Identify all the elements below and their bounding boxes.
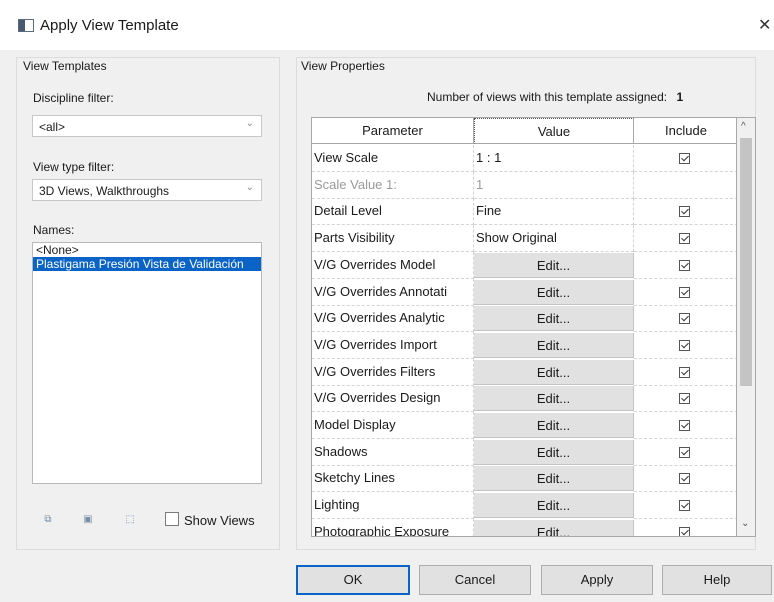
app-window-icon [18, 19, 34, 32]
include-checkbox[interactable] [679, 366, 690, 378]
edit-button[interactable]: Edit... [474, 519, 634, 536]
parameter-cell: V/G Overrides Model [312, 251, 474, 279]
parameter-cell: Parts Visibility [312, 225, 474, 253]
list-item-selected-template[interactable]: Plastigama Presión Vista de Validación [33, 257, 261, 271]
discipline-filter-label: Discipline filter: [33, 91, 114, 105]
show-views-checkbox[interactable] [165, 512, 179, 526]
edit-button[interactable]: Edit... [474, 279, 634, 305]
include-checkbox[interactable] [679, 420, 690, 431]
rename-icon[interactable]: ▣ [82, 514, 94, 526]
parameter-cell: V/G Overrides Analytic [312, 305, 474, 333]
edit-button[interactable]: Edit... [474, 386, 634, 412]
scroll-up-icon[interactable]: ^ [741, 121, 746, 132]
include-checkbox[interactable] [679, 153, 690, 164]
title-bar: Apply View Template ✕ [0, 0, 774, 50]
chevron-down-icon: ⌄ [245, 182, 254, 193]
include-checkbox[interactable] [679, 339, 690, 351]
include-checkbox[interactable] [679, 259, 690, 271]
parameter-cell: V/G Overrides Annotati [312, 278, 474, 306]
edit-button[interactable]: Edit... [474, 252, 634, 278]
include-checkbox[interactable] [679, 500, 690, 512]
value-cell[interactable]: Fine [474, 198, 634, 226]
parameter-cell: V/G Overrides Import [312, 331, 474, 359]
ok-button[interactable]: OK [296, 565, 410, 595]
include-checkbox[interactable] [679, 233, 690, 245]
discipline-filter-value: <all> [39, 120, 66, 134]
parameter-cell: Photographic Exposure [312, 518, 474, 536]
include-checkbox[interactable] [679, 286, 690, 298]
views-assigned-value: 1 [676, 90, 684, 104]
cancel-button[interactable]: Cancel [419, 565, 531, 595]
value-cell[interactable]: Show Original [474, 225, 634, 253]
edit-button[interactable]: Edit... [474, 466, 634, 492]
parameter-cell: Scale Value 1: [312, 171, 474, 199]
include-checkbox[interactable] [679, 446, 690, 458]
parameter-cell: Sketchy Lines [312, 465, 474, 493]
include-checkbox[interactable] [679, 393, 690, 405]
parameter-cell: Lighting [312, 492, 474, 520]
column-header-parameter: Parameter [312, 118, 474, 144]
edit-button[interactable]: Edit... [474, 332, 634, 358]
edit-button[interactable]: Edit... [474, 493, 634, 519]
views-assigned-count: Number of views with this template assig… [427, 90, 683, 104]
views-assigned-label: Number of views with this template assig… [427, 90, 668, 104]
delete-icon[interactable]: ⬚ [124, 514, 136, 526]
names-list[interactable]: <None> Plastigama Presión Vista de Valid… [32, 242, 262, 484]
column-header-value: Value [474, 118, 634, 144]
scroll-down-icon[interactable]: ⌄ [741, 518, 749, 529]
chevron-down-icon: ⌄ [245, 118, 254, 129]
parameter-cell: Detail Level [312, 198, 474, 226]
apply-view-template-dialog: Apply View Template ✕ View Templates Dis… [0, 0, 774, 602]
close-button[interactable]: ✕ [758, 15, 771, 35]
value-cell[interactable]: 1 : 1 [474, 145, 634, 172]
parameter-cell: V/G Overrides Filters [312, 358, 474, 386]
include-checkbox[interactable] [679, 313, 690, 325]
include-checkbox[interactable] [679, 473, 690, 485]
properties-grid: Parameter Value Include View Scale 1 : 1S… [311, 117, 737, 537]
parameter-cell: Model Display [312, 412, 474, 439]
show-views-label: Show Views [184, 513, 255, 528]
include-checkbox[interactable] [679, 526, 690, 536]
edit-button[interactable]: Edit... [474, 413, 634, 438]
include-checkbox[interactable] [679, 206, 690, 218]
discipline-filter-dropdown[interactable]: <all> ⌄ [32, 115, 262, 137]
names-label: Names: [33, 223, 75, 237]
edit-button[interactable]: Edit... [474, 359, 634, 385]
scroll-thumb[interactable] [740, 138, 752, 386]
help-button[interactable]: Help [662, 565, 772, 595]
column-header-include: Include [634, 118, 736, 144]
parameter-cell: View Scale [312, 145, 474, 172]
view-type-filter-label: View type filter: [33, 160, 115, 174]
view-type-filter-dropdown[interactable]: 3D Views, Walkthroughs ⌄ [32, 179, 262, 201]
value-cell: 1 [474, 171, 634, 199]
parameter-cell: V/G Overrides Design [312, 385, 474, 413]
window-title: Apply View Template [40, 17, 179, 34]
apply-button[interactable]: Apply [541, 565, 653, 595]
edit-button[interactable]: Edit... [474, 439, 634, 465]
grid-vertical-scrollbar[interactable]: ^ ⌄ [737, 117, 756, 537]
include-cell [634, 172, 736, 199]
edit-button[interactable]: Edit... [474, 306, 634, 332]
view-type-filter-value: 3D Views, Walkthroughs [39, 184, 170, 198]
duplicate-icon[interactable]: ⧉ [42, 514, 54, 526]
view-templates-title: View Templates [23, 59, 107, 73]
view-properties-title: View Properties [301, 59, 385, 73]
list-item-none[interactable]: <None> [33, 243, 261, 257]
parameter-cell: Shadows [312, 438, 474, 466]
